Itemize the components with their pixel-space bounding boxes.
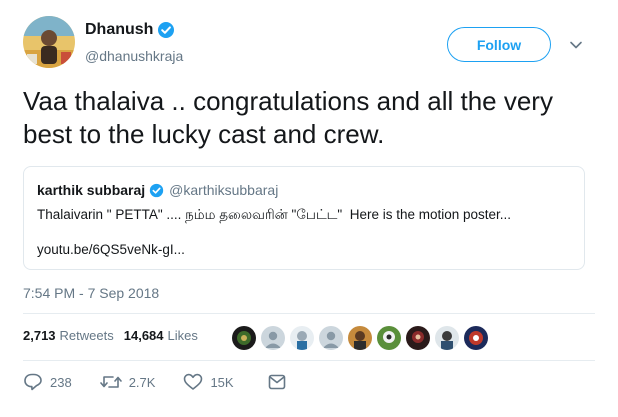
tweet-timestamp[interactable]: 7:54 PM - 7 Sep 2018 — [23, 285, 159, 301]
likes-label[interactable]: Likes — [168, 328, 198, 343]
chevron-down-icon[interactable] — [569, 38, 583, 57]
divider — [23, 313, 595, 314]
quoted-tweet-link[interactable]: youtu.be/6QS5veNk-gI... — [37, 242, 185, 257]
like-count: 15K — [210, 374, 234, 390]
reply-button[interactable]: 238 — [23, 373, 72, 391]
quoted-tweet[interactable]: karthik subbaraj @karthiksubbaraj Thalai… — [23, 166, 585, 270]
quoted-author-handle: @karthiksubbaraj — [169, 182, 279, 198]
tweet-text: Vaa thalaiva .. congratulations and all … — [23, 86, 553, 149]
message-icon — [268, 374, 286, 390]
author-name[interactable]: Dhanush — [85, 21, 153, 39]
liker-avatar[interactable] — [348, 326, 372, 350]
message-button[interactable] — [268, 374, 286, 390]
liker-avatar[interactable] — [319, 326, 343, 350]
liker-avatars — [232, 326, 493, 350]
author-avatar[interactable] — [23, 16, 75, 68]
author-name-row[interactable]: Dhanush — [85, 21, 175, 39]
reply-count: 238 — [50, 374, 72, 390]
quoted-tweet-header: karthik subbaraj @karthiksubbaraj — [37, 182, 278, 198]
liker-avatar[interactable] — [261, 326, 285, 350]
verified-icon — [149, 183, 164, 198]
liker-avatar[interactable] — [406, 326, 430, 350]
liker-avatar[interactable] — [232, 326, 256, 350]
retweet-count: 2.7K — [128, 374, 156, 390]
likes-count[interactable]: 14,684 — [124, 328, 164, 343]
retweet-button[interactable]: 2.7K — [99, 373, 156, 391]
author-handle[interactable]: @dhanushkraja — [85, 48, 183, 64]
liker-avatar[interactable] — [377, 326, 401, 350]
retweets-count[interactable]: 2,713 — [23, 328, 56, 343]
follow-button[interactable]: Follow — [447, 27, 551, 62]
divider — [23, 360, 595, 361]
verified-icon — [157, 21, 175, 39]
liker-avatar[interactable] — [435, 326, 459, 350]
liker-avatar[interactable] — [464, 326, 488, 350]
quoted-author-name: karthik subbaraj — [37, 182, 146, 198]
reply-icon — [23, 373, 43, 391]
heart-icon — [183, 373, 203, 391]
like-button[interactable]: 15K — [183, 373, 234, 391]
tweet-actions: 238 2.7K 15K — [23, 373, 286, 391]
liker-avatar[interactable] — [290, 326, 314, 350]
retweets-label[interactable]: Retweets — [60, 328, 114, 343]
quoted-tweet-text: Thalaivarin " PETTA" .... நம்ம தலைவரின் … — [37, 207, 512, 222]
engagement-stats: 2,713 Retweets 14,684 Likes — [23, 328, 198, 343]
retweet-icon — [99, 373, 122, 391]
